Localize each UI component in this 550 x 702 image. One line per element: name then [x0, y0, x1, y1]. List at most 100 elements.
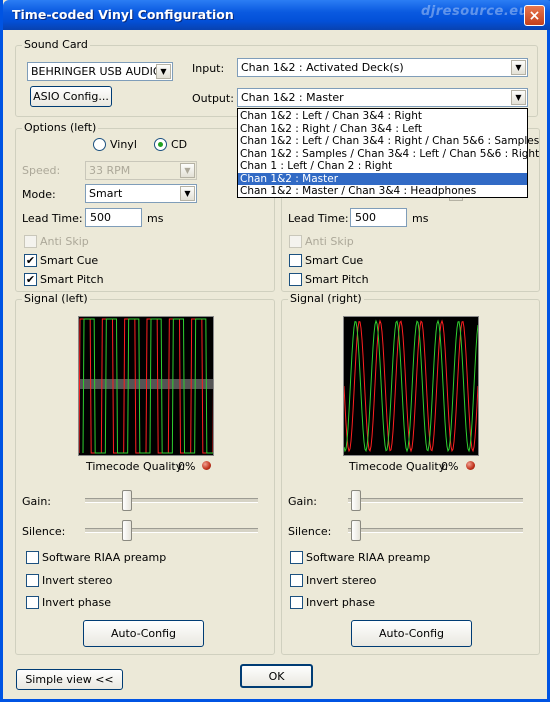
vinyl-radio[interactable] — [93, 138, 106, 151]
invert-phase-checkbox-right[interactable] — [290, 596, 303, 609]
lead-time-unit: ms — [147, 212, 164, 225]
smart-pitch-checkbox[interactable]: ✔ — [24, 273, 37, 286]
waveform-trace — [344, 319, 478, 453]
output-option[interactable]: Chan 1&2 : Right / Chan 3&4 : Left — [238, 123, 527, 136]
radio-selected-dot — [158, 142, 163, 147]
status-led-icon — [202, 461, 211, 470]
invert-phase-label-right: Invert phase — [306, 596, 376, 609]
mode-value: Smart — [89, 187, 123, 200]
anti-skip-checkbox[interactable] — [24, 235, 37, 248]
chevron-down-icon[interactable]: ▼ — [511, 60, 526, 75]
output-option[interactable]: Chan 1 : Left / Chan 2 : Right — [238, 160, 527, 173]
lead-time-input-right[interactable]: 500 — [350, 208, 407, 227]
lead-time-input[interactable]: 500 — [85, 208, 142, 227]
gain-slider-track-right[interactable] — [348, 498, 523, 503]
silence-label-left: Silence: — [22, 525, 66, 538]
input-label: Input: — [192, 62, 225, 75]
signal-right-title: Signal (right) — [288, 292, 364, 305]
lead-time-value-right: 500 — [355, 211, 376, 224]
simple-view-button[interactable]: Simple view << — [16, 669, 123, 690]
sound-card-value: BEHRINGER USB AUDIO — [31, 65, 162, 78]
output-option[interactable]: Chan 1&2 : Left / Chan 3&4 : Right / Cha… — [238, 135, 539, 148]
chevron-down-icon[interactable]: ▼ — [511, 90, 526, 105]
mode-select[interactable]: Smart ▼ — [85, 184, 197, 203]
output-dropdown-list[interactable]: Chan 1&2 : Left / Chan 3&4 : Right Chan 1… — [237, 108, 539, 198]
ok-button[interactable]: OK — [240, 664, 313, 688]
gain-slider-thumb-right[interactable] — [351, 490, 362, 511]
silence-slider-thumb-left[interactable] — [122, 520, 133, 541]
close-button[interactable]: × — [524, 5, 545, 26]
smart-cue-label: Smart Cue — [40, 254, 99, 267]
invert-phase-checkbox-left[interactable] — [26, 596, 39, 609]
lead-time-value: 500 — [90, 211, 111, 224]
anti-skip-label: Anti Skip — [40, 235, 89, 248]
silence-slider-track-right[interactable] — [348, 528, 523, 533]
riaa-label-right: Software RIAA preamp — [306, 551, 431, 564]
waveform-trace — [344, 319, 478, 453]
input-select[interactable]: Chan 1&2 : Activated Deck(s) ▼ — [237, 58, 528, 77]
waveform-left — [79, 318, 213, 454]
asio-config-button[interactable]: ASIO Config... — [30, 86, 112, 107]
chevron-down-icon: ▼ — [180, 163, 195, 178]
lead-time-label: Lead Time: — [22, 212, 83, 225]
sound-card-select[interactable]: BEHRINGER USB AUDIO ▼ — [27, 62, 173, 81]
output-option[interactable]: Chan 1&2 : Master — [238, 172, 527, 185]
riaa-checkbox-left[interactable] — [26, 551, 39, 564]
silence-slider-thumb-right[interactable] — [351, 520, 362, 541]
gain-slider-track-left[interactable] — [85, 498, 258, 503]
sound-card-title: Sound Card — [22, 38, 90, 51]
output-label: Output: — [192, 92, 234, 105]
invert-phase-label-left: Invert phase — [42, 596, 112, 609]
invert-stereo-checkbox-right[interactable] — [290, 574, 303, 587]
gain-label-right: Gain: — [288, 495, 317, 508]
timecode-quality-label-left: Timecode Quality: — [86, 460, 186, 473]
gain-label-left: Gain: — [22, 495, 51, 508]
silence-slider-track-left[interactable] — [85, 528, 258, 533]
waveform-right — [344, 319, 478, 453]
timecode-quality-value-left: 0% — [178, 460, 196, 473]
output-option[interactable]: Chan 1&2 : Samples / Chan 3&4 : Left / C… — [238, 148, 539, 161]
smart-pitch-label: Smart Pitch — [40, 273, 104, 286]
watermark-logo: djresource.eu — [421, 4, 529, 19]
timecode-quality-value-right: 0% — [441, 460, 459, 473]
speed-value: 33 RPM — [89, 164, 131, 177]
output-select[interactable]: Chan 1&2 : Master ▼ — [237, 88, 528, 107]
gain-slider-thumb-left[interactable] — [122, 490, 133, 511]
invert-stereo-checkbox-left[interactable] — [26, 574, 39, 587]
smart-cue-checkbox-right[interactable] — [289, 254, 302, 267]
smart-cue-checkbox[interactable]: ✔ — [24, 254, 37, 267]
waveform-lines — [344, 319, 478, 453]
signal-scope-left — [78, 316, 214, 456]
chevron-down-icon[interactable]: ▼ — [180, 186, 195, 201]
output-option[interactable]: Chan 1&2 : Left / Chan 3&4 : Right — [238, 110, 527, 123]
smart-cue-label-right: Smart Cue — [305, 254, 364, 267]
silence-label-right: Silence: — [288, 525, 332, 538]
input-value: Chan 1&2 : Activated Deck(s) — [241, 61, 404, 74]
invert-stereo-label-left: Invert stereo — [42, 574, 113, 587]
output-option[interactable]: Chan 1&2 : Master / Chan 3&4 : Headphone… — [238, 185, 527, 198]
auto-config-button-left[interactable]: Auto-Config — [83, 620, 204, 647]
riaa-label-left: Software RIAA preamp — [42, 551, 167, 564]
timecode-quality-label-right: Timecode Quality: — [349, 460, 449, 473]
anti-skip-label-right: Anti Skip — [305, 235, 354, 248]
chevron-down-icon[interactable]: ▼ — [156, 64, 171, 79]
cd-radio[interactable] — [154, 138, 167, 151]
auto-config-button-right[interactable]: Auto-Config — [351, 620, 472, 647]
riaa-checkbox-right[interactable] — [290, 551, 303, 564]
lead-time-unit-right: ms — [412, 212, 429, 225]
options-left-group: Options (left) — [15, 121, 275, 292]
title-bar[interactable]: Time-coded Vinyl Configuration djresourc… — [3, 0, 550, 30]
anti-skip-checkbox-right[interactable] — [289, 235, 302, 248]
speed-label: Speed: — [22, 164, 61, 177]
smart-pitch-checkbox-right[interactable] — [289, 273, 302, 286]
smart-pitch-label-right: Smart Pitch — [305, 273, 369, 286]
cd-label: CD — [171, 138, 188, 151]
output-value: Chan 1&2 : Master — [241, 91, 344, 104]
window-title: Time-coded Vinyl Configuration — [12, 7, 234, 22]
vinyl-label: Vinyl — [110, 138, 137, 151]
status-led-icon — [466, 461, 475, 470]
options-left-title: Options (left) — [22, 121, 99, 134]
speed-select[interactable]: 33 RPM ▼ — [85, 161, 197, 180]
lead-time-label-right: Lead Time: — [288, 212, 349, 225]
mode-label: Mode: — [22, 188, 56, 201]
